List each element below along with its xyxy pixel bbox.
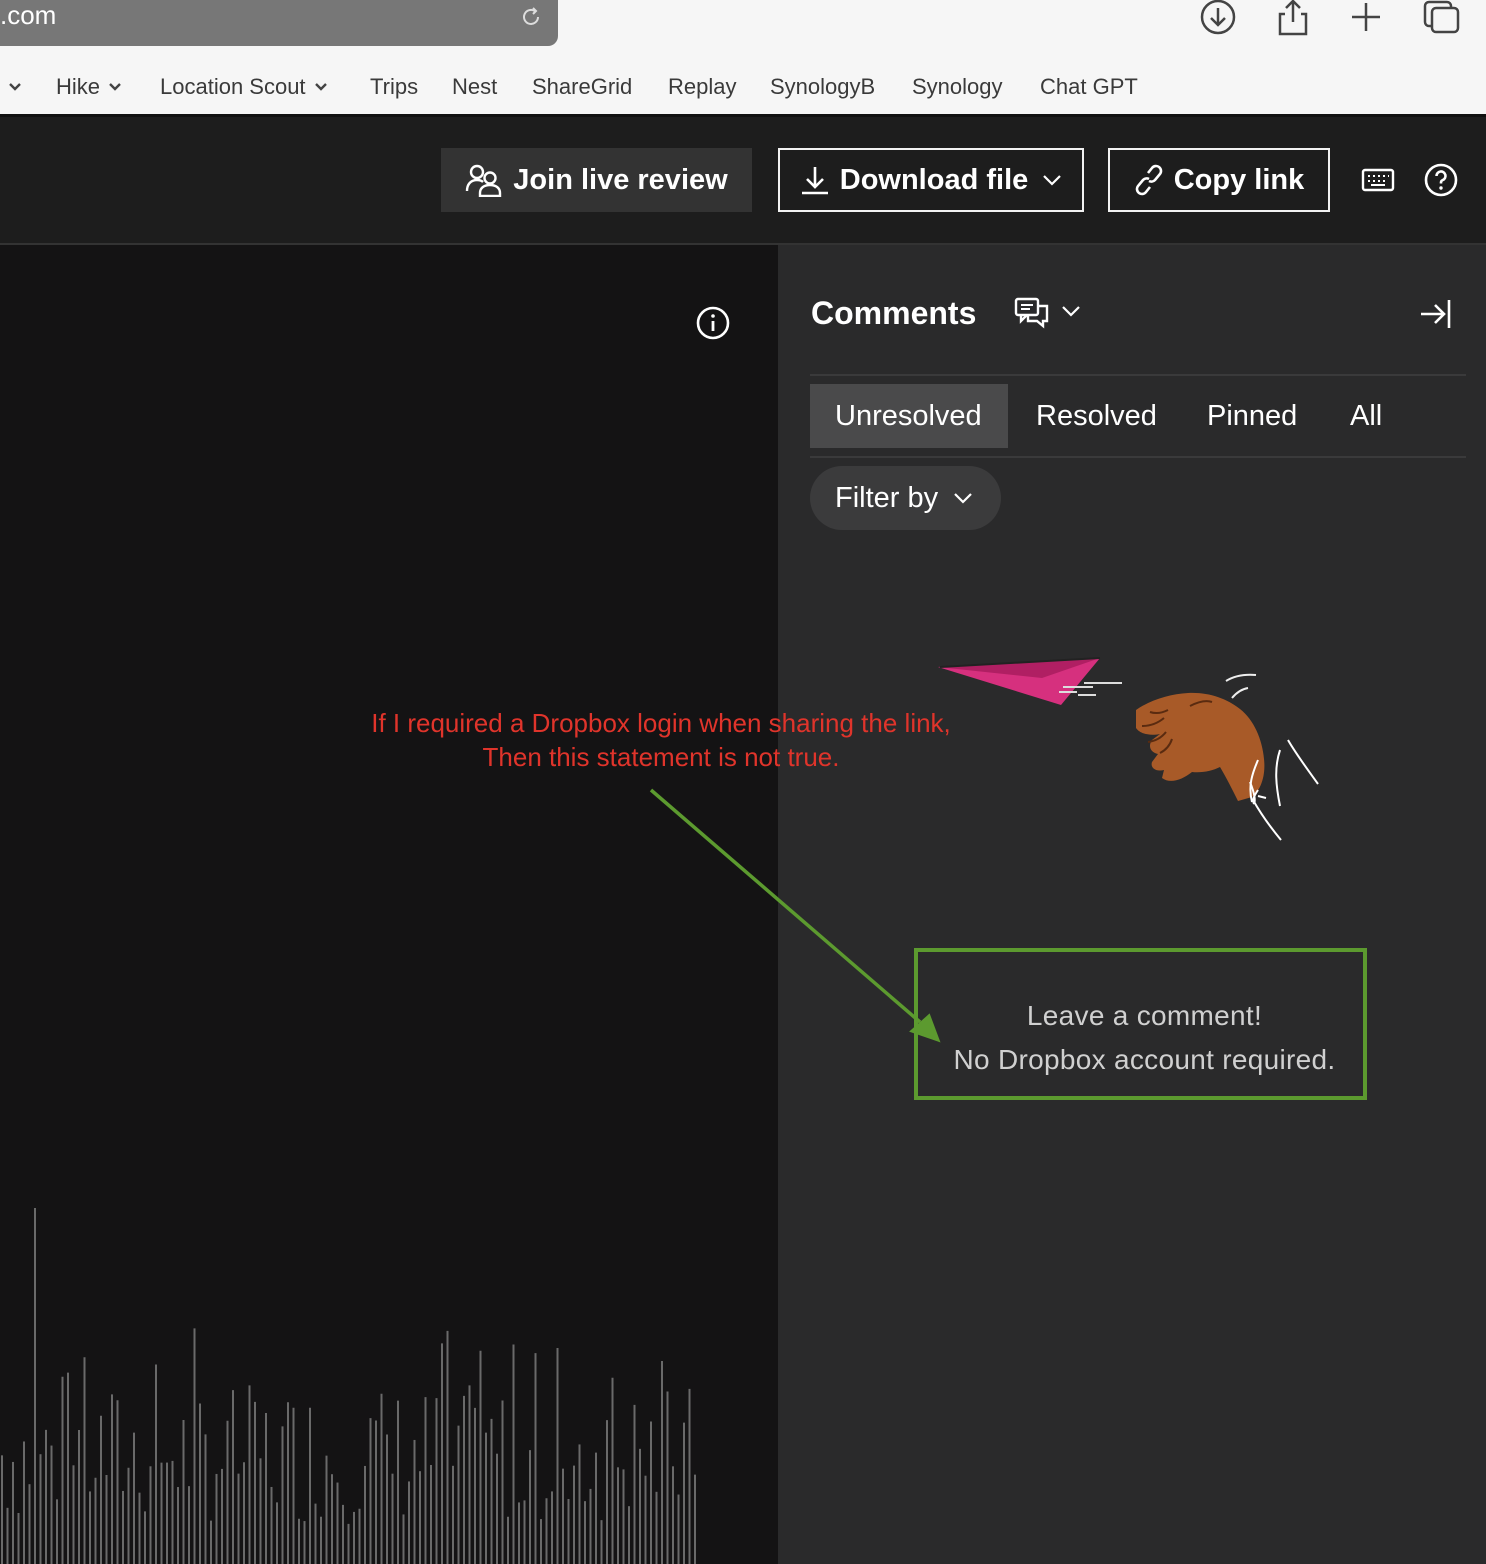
address-bar[interactable]: .com (0, 0, 558, 46)
annotation-note: If I required a Dropbox login when shari… (331, 706, 991, 774)
bookmark-trips[interactable]: Trips (370, 68, 418, 106)
bookmark-chat-gpt[interactable]: Chat GPT (1040, 68, 1138, 106)
filter-by-label: Filter by (835, 481, 939, 514)
tabs-divider-top (810, 374, 1466, 376)
chevron-down-icon (314, 83, 327, 91)
bookmark-sharegrid[interactable]: ShareGrid (532, 68, 632, 106)
tab-all[interactable]: All (1350, 384, 1382, 448)
comments-panel: Comments Unresolved Resolved Pinned All … (778, 245, 1486, 1564)
share-icon[interactable] (1273, 0, 1313, 38)
bookmark-synologyb[interactable]: SynologyB (770, 68, 875, 106)
comments-view-icon[interactable] (1014, 297, 1050, 331)
bookmark-hike[interactable]: Hike (56, 68, 122, 106)
download-icon (801, 167, 828, 195)
chevron-down-icon (109, 83, 121, 91)
download-file-label: Download file (839, 163, 1029, 196)
bookmarks-bar: Hike Location Scout Trips Nest ShareGrid… (0, 68, 1486, 106)
chevron-down-icon (954, 493, 972, 504)
link-icon (1135, 164, 1163, 196)
bookmark-replay[interactable]: Replay (668, 68, 736, 106)
tab-pinned[interactable]: Pinned (1207, 384, 1297, 448)
join-live-review-button[interactable]: Join live review (441, 148, 752, 212)
tab-overview-icon[interactable] (1422, 0, 1462, 38)
download-file-button[interactable]: Download file (778, 148, 1084, 212)
copy-link-button[interactable]: Copy link (1108, 148, 1330, 212)
copy-link-label: Copy link (1173, 163, 1305, 196)
tabs-divider-bottom (810, 456, 1466, 458)
info-icon[interactable] (696, 306, 730, 340)
reload-icon[interactable] (518, 4, 544, 30)
chevron-down-icon (9, 83, 21, 91)
new-tab-icon[interactable] (1346, 0, 1386, 38)
collapse-panel-icon[interactable] (1418, 297, 1452, 331)
bookmark-synology[interactable]: Synology (912, 68, 1003, 106)
paper-plane-hand-illustration (938, 657, 1319, 841)
annotation-line-1: If I required a Dropbox login when shari… (371, 708, 951, 738)
filter-by-dropdown[interactable]: Filter by (810, 466, 1001, 530)
url-text: .com (0, 0, 57, 30)
audio-waveform (1, 1208, 696, 1564)
browser-chrome: .com Hike Location Scout Trips Nest Shar… (0, 0, 1486, 117)
keyboard-shortcuts-icon[interactable] (1358, 160, 1398, 200)
empty-state-highlight-box: Leave a comment! No Dropbox account requ… (914, 948, 1367, 1100)
app-toolbar: Join live review Download file Copy link (0, 117, 1486, 245)
help-icon[interactable] (1421, 160, 1461, 200)
chevron-down-icon (1043, 175, 1062, 186)
media-viewer[interactable] (0, 245, 778, 1564)
join-live-review-label: Join live review (513, 163, 728, 196)
comments-title: Comments (811, 295, 977, 331)
people-icon (466, 164, 502, 197)
tab-resolved[interactable]: Resolved (1036, 384, 1157, 448)
bookmark-location-scout[interactable]: Location Scout (160, 68, 328, 106)
annotation-line-2: Then this statement is not true. (482, 742, 840, 772)
chevron-down-icon[interactable] (1060, 303, 1082, 319)
bookmark-folder-truncated[interactable] (6, 68, 22, 106)
empty-state-subtitle: No Dropbox account required. (953, 1044, 1336, 1075)
downloads-icon[interactable] (1198, 0, 1238, 38)
tab-unresolved[interactable]: Unresolved (810, 384, 1008, 448)
empty-state-title: Leave a comment! (1026, 1000, 1263, 1031)
bookmark-nest[interactable]: Nest (452, 68, 497, 106)
